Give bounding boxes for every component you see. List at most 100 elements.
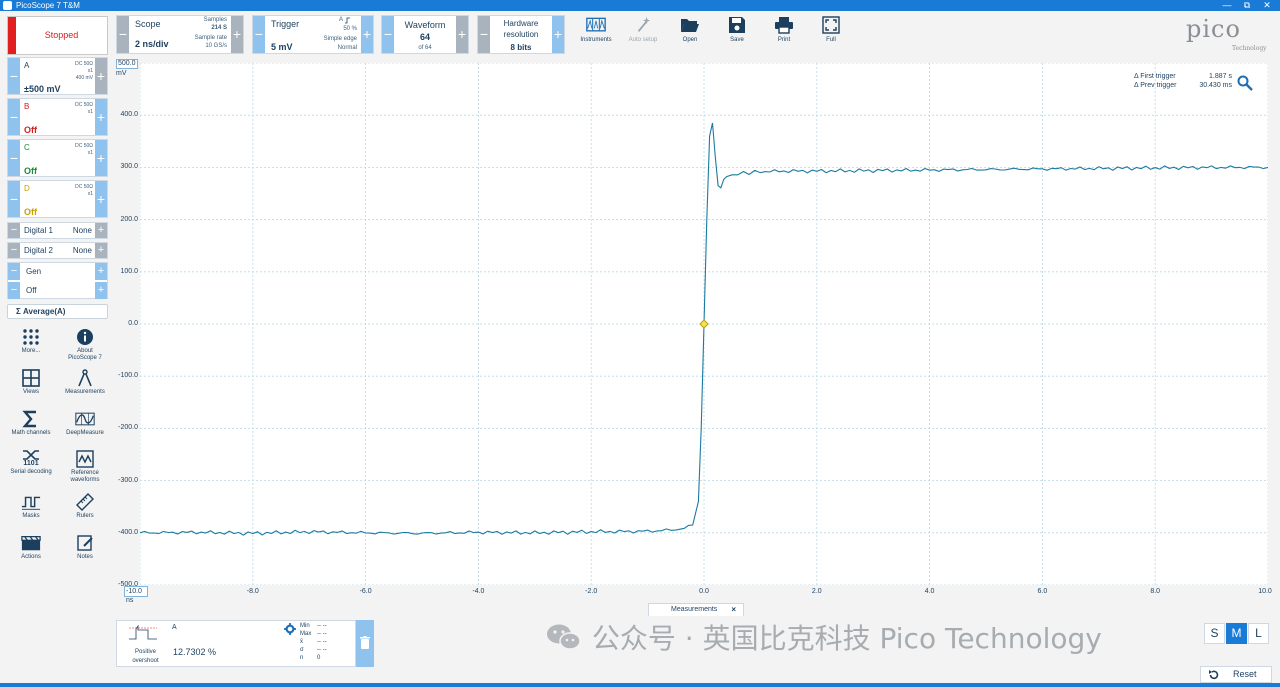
views-button[interactable]: Views [8, 369, 54, 396]
timebase-increase-button[interactable]: + [231, 16, 243, 53]
first-trigger-value: 1.887 s [1209, 73, 1232, 80]
digital-1-row[interactable]: − Digital 1 None + [7, 222, 108, 239]
waveform-index[interactable]: 64 [394, 32, 456, 42]
timebase-decrease-button[interactable]: − [117, 16, 129, 53]
settings-gear-icon[interactable] [284, 623, 296, 635]
full-screen-button[interactable]: Full [808, 16, 854, 52]
stat-value: -- -- [317, 631, 327, 637]
gen-increase-button[interactable]: + [95, 263, 107, 280]
stop-indicator [8, 17, 16, 54]
channel-d-panel[interactable]: − D DC 50Ω x1 Off + [7, 180, 108, 218]
channel-b-decrease-button[interactable]: − [8, 99, 20, 135]
trigger-increase-button[interactable]: + [361, 16, 373, 53]
size-small-button[interactable]: S [1204, 623, 1225, 644]
wechat-watermark: 公众号 · 英国比克科技 Pico Technology [545, 617, 1102, 657]
serial-decoding-button[interactable]: 1101 Serial decoding [8, 450, 54, 476]
resolution-value[interactable]: 8 bits [490, 43, 552, 52]
measurements-tab[interactable]: Measurements × [648, 603, 744, 616]
size-large-button[interactable]: L [1248, 623, 1269, 644]
deepmeasure-button[interactable]: DeepMeasure [62, 410, 108, 437]
print-button[interactable]: Print [761, 16, 807, 52]
sigma-icon: Σ [16, 307, 21, 316]
full-label: Full [826, 37, 836, 43]
channel-c-panel[interactable]: − C DC 50Ω x1 Off + [7, 139, 108, 177]
views-label: Views [23, 389, 39, 395]
channel-b-increase-button[interactable]: + [95, 99, 107, 135]
channel-c-decrease-button[interactable]: − [8, 140, 20, 176]
digital-1-decrease-button[interactable]: − [8, 223, 20, 238]
channel-a-panel[interactable]: − A DC 50Ω x1 400 mV ±500 mV + [7, 57, 108, 95]
waveform-prev-button[interactable]: − [382, 16, 394, 53]
y-tick-label: -400.0 [118, 528, 138, 536]
channel-b-panel[interactable]: − B DC 50Ω x1 Off + [7, 98, 108, 136]
rulers-button[interactable]: Rulers [62, 493, 108, 520]
serial-decoding-icon [23, 450, 39, 460]
more-button[interactable]: More... [8, 328, 54, 355]
app-icon [3, 1, 12, 10]
channel-c-increase-button[interactable]: + [95, 140, 107, 176]
waveform-chart [139, 62, 1269, 586]
minimize-button[interactable]: — [1220, 0, 1234, 11]
channel-d-decrease-button[interactable]: − [8, 181, 20, 217]
compass-icon [78, 369, 92, 387]
gen-decrease-button[interactable]: − [8, 263, 20, 280]
zoom-search-icon[interactable] [1237, 75, 1253, 91]
waveform-next-button[interactable]: + [456, 16, 468, 53]
digital-1-increase-button[interactable]: + [95, 223, 107, 238]
channel-a-range: ±500 mV [24, 84, 61, 94]
trigger-percent: 50 % [343, 26, 357, 32]
y-tick-label: 300.0 [120, 163, 138, 171]
ruler-icon [76, 493, 94, 511]
channel-b-range: Off [24, 125, 37, 135]
digital-2-increase-button[interactable]: + [95, 243, 107, 258]
digital-2-decrease-button[interactable]: − [8, 243, 20, 258]
window-title: PicoScope 7 T&M [16, 1, 80, 10]
prev-trigger-value: 30.430 ms [1199, 82, 1232, 89]
resolution-increase-button[interactable]: + [552, 16, 564, 53]
reference-waveforms-button[interactable]: Reference waveforms [62, 450, 108, 484]
about-button[interactable]: About PicoScope 7 [62, 328, 108, 362]
trigger-decrease-button[interactable]: − [253, 16, 265, 53]
measurement-card[interactable]: A Positive overshoot 12.7302 % Min -- -- M… [116, 620, 356, 667]
notes-button[interactable]: Notes [62, 534, 108, 561]
gen-state-decrease-button[interactable]: − [8, 282, 20, 299]
actions-label: Actions [21, 554, 41, 560]
resolution-decrease-button[interactable]: − [478, 16, 490, 53]
channel-a-increase-button[interactable]: + [95, 58, 107, 94]
instruments-label: Instruments [580, 37, 612, 43]
trigger-level-value[interactable]: 5 mV [271, 42, 293, 52]
instruments-button[interactable]: Instruments [573, 16, 619, 52]
generator-panel[interactable]: − − Gen Off + + [7, 262, 108, 299]
y-tick-label: 200.0 [120, 215, 138, 223]
trigger-marker [699, 319, 709, 329]
x-axis-start-label[interactable]: -10.0 ns [124, 586, 148, 604]
save-button[interactable]: Save [714, 16, 760, 52]
open-button[interactable]: Open [667, 16, 713, 52]
digital-2-state: None [72, 246, 92, 255]
size-medium-button[interactable]: M [1226, 623, 1247, 644]
gen-state-increase-button[interactable]: + [95, 282, 107, 299]
channel-d-increase-button[interactable]: + [95, 181, 107, 217]
reset-button[interactable]: Reset [1200, 666, 1272, 683]
timebase-value[interactable]: 2 ns/div [135, 39, 169, 49]
sample-rate-label: Sample rate [194, 35, 227, 41]
actions-button[interactable]: Actions [8, 534, 54, 561]
masks-button[interactable]: Masks [8, 493, 54, 520]
measurements-button[interactable]: Measurements [62, 369, 108, 396]
measurements-tab-close[interactable]: × [731, 604, 736, 616]
run-stop-button[interactable]: Stopped [7, 16, 108, 55]
channel-a-decrease-button[interactable]: − [8, 58, 20, 94]
math-channels-button[interactable]: Math channels [8, 410, 54, 437]
auto-setup-button[interactable]: Auto setup [620, 16, 666, 52]
y-axis-top-label[interactable]: 500.0 [116, 59, 138, 69]
math-channel-average[interactable]: Σ Average(A) [7, 304, 108, 319]
delete-measurement-button[interactable] [356, 620, 374, 667]
close-button[interactable]: ✕ [1260, 0, 1274, 11]
channel-d-range: Off [24, 207, 37, 217]
channel-b-coupling: DC 50Ω x1 [75, 102, 93, 115]
instruments-icon [586, 17, 606, 32]
maximize-button[interactable]: ⧉ [1240, 0, 1254, 11]
y-tick-label: 400.0 [120, 111, 138, 119]
digital-2-row[interactable]: − Digital 2 None + [7, 242, 108, 259]
scope-plot-area[interactable] [139, 62, 1269, 586]
